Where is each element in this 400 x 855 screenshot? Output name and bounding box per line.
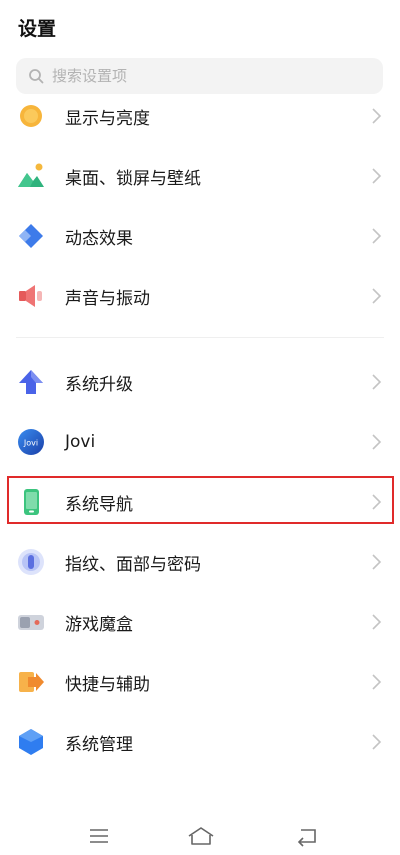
settings-item-label: 快捷与辅助 — [65, 674, 150, 695]
settings-item-system-management[interactable]: 系统管理 — [0, 712, 400, 772]
settings-item-fingerprint-face-password[interactable]: 指纹、面部与密码 — [0, 532, 400, 592]
chevron-right-icon — [372, 374, 382, 390]
settings-item-label: 系统管理 — [65, 734, 133, 755]
chevron-right-icon — [372, 108, 382, 124]
search-icon — [29, 69, 44, 84]
settings-item-label: 声音与振动 — [65, 288, 150, 309]
settings-item-label: 显示与亮度 — [65, 108, 150, 129]
chevron-right-icon — [372, 734, 382, 750]
chevron-right-icon — [372, 554, 382, 570]
shortcut-arrow-icon — [16, 667, 46, 697]
home-icon[interactable] — [186, 825, 216, 847]
chevron-right-icon — [372, 168, 382, 184]
settings-item-animation[interactable]: 动态效果 — [0, 206, 400, 266]
chevron-right-icon — [372, 614, 382, 630]
settings-item-shortcuts-accessibility[interactable]: 快捷与辅助 — [0, 652, 400, 712]
system-navigation-bar — [0, 815, 400, 855]
settings-item-game-box[interactable]: 游戏魔盒 — [0, 592, 400, 652]
chevron-right-icon — [372, 228, 382, 244]
jovi-icon: Jovi — [16, 427, 46, 457]
brightness-icon — [16, 101, 46, 131]
section-divider — [16, 337, 384, 338]
animation-icon — [16, 221, 46, 251]
chevron-right-icon — [372, 434, 382, 450]
upgrade-arrow-icon — [16, 367, 46, 397]
fingerprint-icon — [16, 547, 46, 577]
wallpaper-icon — [16, 161, 46, 191]
settings-item-label: Jovi — [65, 432, 96, 452]
settings-item-wallpaper[interactable]: 桌面、锁屏与壁纸 — [0, 146, 400, 206]
back-icon[interactable] — [294, 825, 320, 847]
system-management-icon — [16, 727, 46, 757]
settings-item-label: 动态效果 — [65, 228, 133, 249]
highlight-box — [7, 476, 394, 524]
game-box-icon — [16, 607, 46, 637]
search-input[interactable] — [52, 67, 352, 85]
settings-item-label: 指纹、面部与密码 — [65, 554, 201, 575]
settings-item-sound[interactable]: 声音与振动 — [0, 266, 400, 326]
menu-icon[interactable] — [86, 825, 112, 847]
chevron-right-icon — [372, 674, 382, 690]
jovi-icon-text: Jovi — [23, 439, 38, 448]
settings-item-label: 系统升级 — [65, 374, 133, 395]
settings-item-jovi[interactable]: Jovi Jovi — [0, 412, 400, 472]
page-title: 设置 — [18, 18, 57, 40]
chevron-right-icon — [372, 288, 382, 304]
speaker-icon — [16, 281, 46, 311]
settings-item-display-brightness[interactable]: 显示与亮度 — [0, 86, 400, 146]
settings-item-system-update[interactable]: 系统升级 — [0, 352, 400, 412]
settings-item-label: 桌面、锁屏与壁纸 — [65, 168, 201, 189]
settings-item-label: 游戏魔盒 — [65, 614, 133, 635]
